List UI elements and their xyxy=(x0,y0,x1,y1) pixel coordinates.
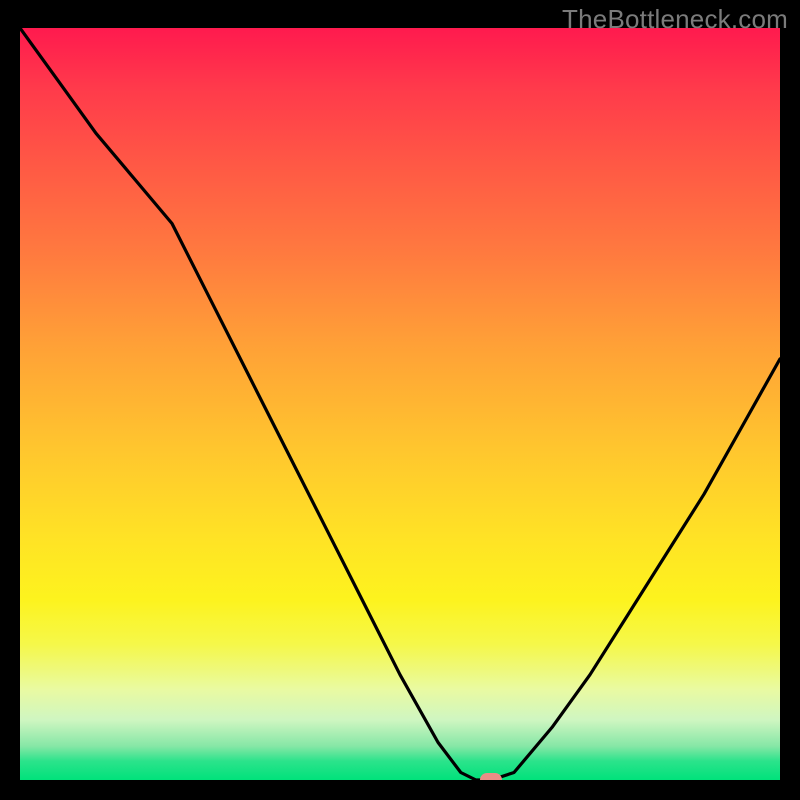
chart-frame: TheBottleneck.com xyxy=(0,0,800,800)
curve-path xyxy=(20,28,780,780)
bottleneck-curve xyxy=(20,28,780,780)
sweet-spot-marker xyxy=(480,773,502,780)
watermark-text: TheBottleneck.com xyxy=(562,4,788,35)
plot-area xyxy=(20,28,780,780)
